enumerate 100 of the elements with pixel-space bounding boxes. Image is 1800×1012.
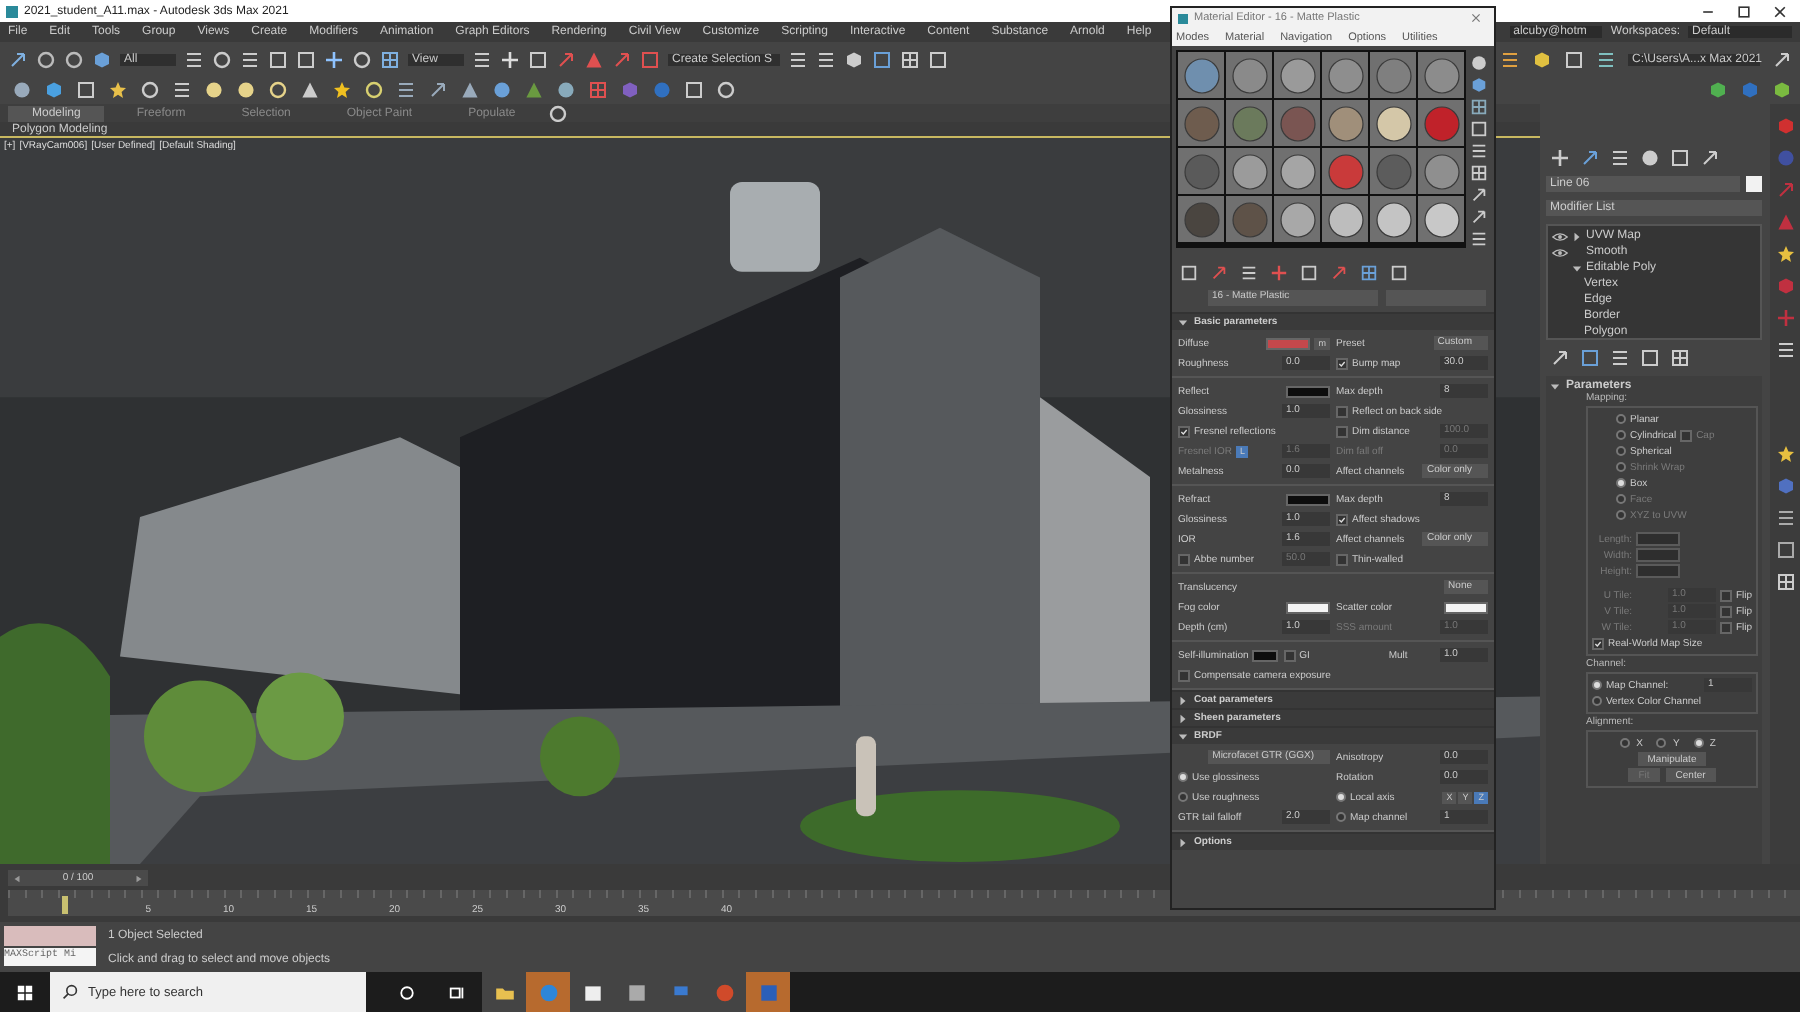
arrow-icon[interactable] <box>1330 264 1348 282</box>
cube-icon[interactable] <box>1532 49 1552 69</box>
color-swatch[interactable] <box>1286 601 1330 613</box>
checkbox[interactable] <box>1178 669 1190 681</box>
sphere-icon[interactable] <box>12 80 32 100</box>
radio-button[interactable] <box>1616 414 1626 424</box>
checkbox[interactable] <box>1336 405 1348 417</box>
grid-icon[interactable] <box>1470 164 1488 182</box>
ring-icon[interactable] <box>140 80 160 100</box>
grid-icon[interactable] <box>1470 98 1488 116</box>
color-swatch[interactable] <box>1444 601 1488 613</box>
grid-icon[interactable] <box>1670 348 1690 368</box>
arrow-icon[interactable] <box>1580 148 1600 168</box>
spinner-field[interactable] <box>1636 532 1680 546</box>
square-icon[interactable] <box>528 49 548 69</box>
spinner-field[interactable] <box>1636 548 1680 562</box>
material-slot[interactable] <box>1274 52 1320 98</box>
square-icon[interactable] <box>684 80 704 100</box>
material-slot[interactable] <box>1370 196 1416 242</box>
checkbox[interactable] <box>1336 553 1348 565</box>
radio-button[interactable] <box>1178 772 1188 782</box>
sphere-icon[interactable] <box>492 80 512 100</box>
radio-button[interactable] <box>1656 738 1667 748</box>
cube-icon[interactable] <box>92 49 112 69</box>
lines-icon[interactable] <box>1470 230 1488 248</box>
lines-icon[interactable] <box>788 49 808 69</box>
material-slot[interactable] <box>1370 52 1416 98</box>
star-icon[interactable] <box>1775 444 1795 464</box>
square-icon[interactable] <box>1775 540 1795 560</box>
square-icon[interactable] <box>1580 348 1600 368</box>
cone-icon[interactable] <box>300 80 320 100</box>
cone-icon[interactable] <box>584 49 604 69</box>
checkbox[interactable] <box>1336 513 1348 525</box>
lines-icon[interactable] <box>184 49 204 69</box>
square-icon[interactable] <box>1390 264 1408 282</box>
radio-button[interactable] <box>1336 812 1346 822</box>
material-slot[interactable] <box>1226 52 1272 98</box>
checkbox[interactable] <box>1283 649 1296 661</box>
square-icon[interactable] <box>1180 264 1198 282</box>
cube-icon[interactable] <box>844 49 864 69</box>
time-marker[interactable] <box>62 896 68 914</box>
lines-icon[interactable] <box>816 49 836 69</box>
object-color-swatch[interactable] <box>1746 176 1762 192</box>
ring-icon[interactable] <box>212 49 232 69</box>
lines-icon[interactable] <box>396 80 416 100</box>
checkbox[interactable] <box>1719 589 1732 601</box>
cone-icon[interactable] <box>524 80 544 100</box>
collapse-arrow-icon[interactable] <box>1550 381 1560 391</box>
sphere-icon[interactable] <box>556 80 576 100</box>
lines-icon[interactable] <box>240 49 260 69</box>
radio-button[interactable] <box>1616 446 1626 456</box>
grid-icon[interactable] <box>900 49 920 69</box>
eye-icon[interactable] <box>1552 231 1568 241</box>
sphere-icon[interactable] <box>1470 54 1488 72</box>
expand-arrow-icon[interactable] <box>1572 231 1582 241</box>
close-icon[interactable] <box>1772 3 1788 19</box>
star-icon[interactable] <box>108 80 128 100</box>
radio-button[interactable] <box>1616 430 1626 440</box>
material-slot[interactable] <box>1370 100 1416 146</box>
task-view-icon[interactable] <box>448 983 466 1001</box>
square-icon[interactable] <box>76 80 96 100</box>
material-slot[interactable] <box>1178 52 1224 98</box>
eye-icon[interactable] <box>1552 247 1568 257</box>
grid-icon[interactable] <box>380 49 400 69</box>
cube-icon[interactable] <box>44 80 64 100</box>
material-slot[interactable] <box>1226 148 1272 194</box>
radio-button[interactable] <box>1620 738 1631 748</box>
cortana-circle-icon[interactable] <box>398 983 416 1001</box>
material-slot[interactable] <box>1274 148 1320 194</box>
plus-icon[interactable] <box>324 49 344 69</box>
taskbar-app[interactable] <box>482 972 526 1012</box>
lines-icon[interactable] <box>1596 49 1616 69</box>
grid-icon[interactable] <box>1775 572 1795 592</box>
material-slot[interactable] <box>1418 196 1464 242</box>
radio-button[interactable] <box>1178 792 1188 802</box>
spinner-field[interactable] <box>1636 564 1680 578</box>
expand-arrow-icon[interactable] <box>1178 713 1188 723</box>
radio-button[interactable] <box>1336 792 1346 802</box>
lines-icon[interactable] <box>1610 148 1630 168</box>
color-swatch[interactable] <box>1286 385 1330 397</box>
windows-logo-icon[interactable] <box>16 983 34 1001</box>
previous-frame-icon[interactable] <box>12 873 22 883</box>
checkbox[interactable] <box>1680 429 1693 441</box>
material-slot[interactable] <box>1322 196 1368 242</box>
material-slot[interactable] <box>1322 100 1368 146</box>
ring-icon[interactable] <box>547 103 568 123</box>
square-icon[interactable] <box>1564 49 1584 69</box>
next-frame-icon[interactable] <box>133 873 144 883</box>
collapse-arrow-icon[interactable] <box>1572 263 1582 273</box>
square-icon[interactable] <box>872 49 892 69</box>
checkbox[interactable] <box>1178 425 1190 437</box>
lines-icon[interactable] <box>1775 508 1795 528</box>
checkbox[interactable] <box>1719 621 1732 633</box>
lines-icon[interactable] <box>472 49 492 69</box>
expand-arrow-icon[interactable] <box>1178 837 1188 847</box>
radio-button[interactable] <box>1592 696 1602 706</box>
square-icon[interactable] <box>1300 264 1318 282</box>
maximize-icon[interactable] <box>1736 3 1752 19</box>
material-slot[interactable] <box>1322 52 1368 98</box>
arrow-icon[interactable] <box>556 49 576 69</box>
